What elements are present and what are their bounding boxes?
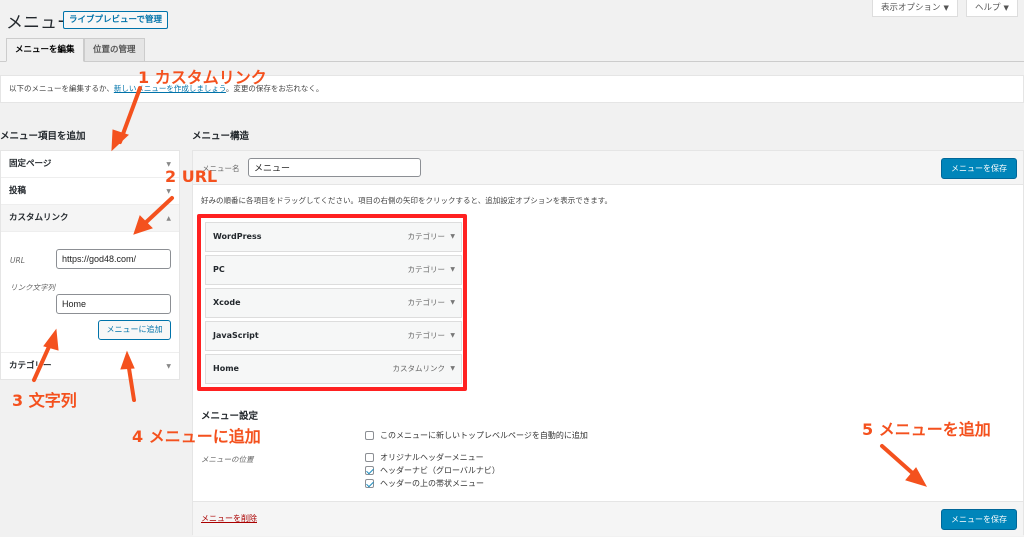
- arrow-1-head: [111, 129, 129, 152]
- tab-edit-menus[interactable]: メニューを編集: [6, 38, 84, 62]
- arrow-3-head: [43, 328, 59, 351]
- annotation-arrows: [32, 86, 928, 487]
- arrow-4-head: [120, 350, 135, 370]
